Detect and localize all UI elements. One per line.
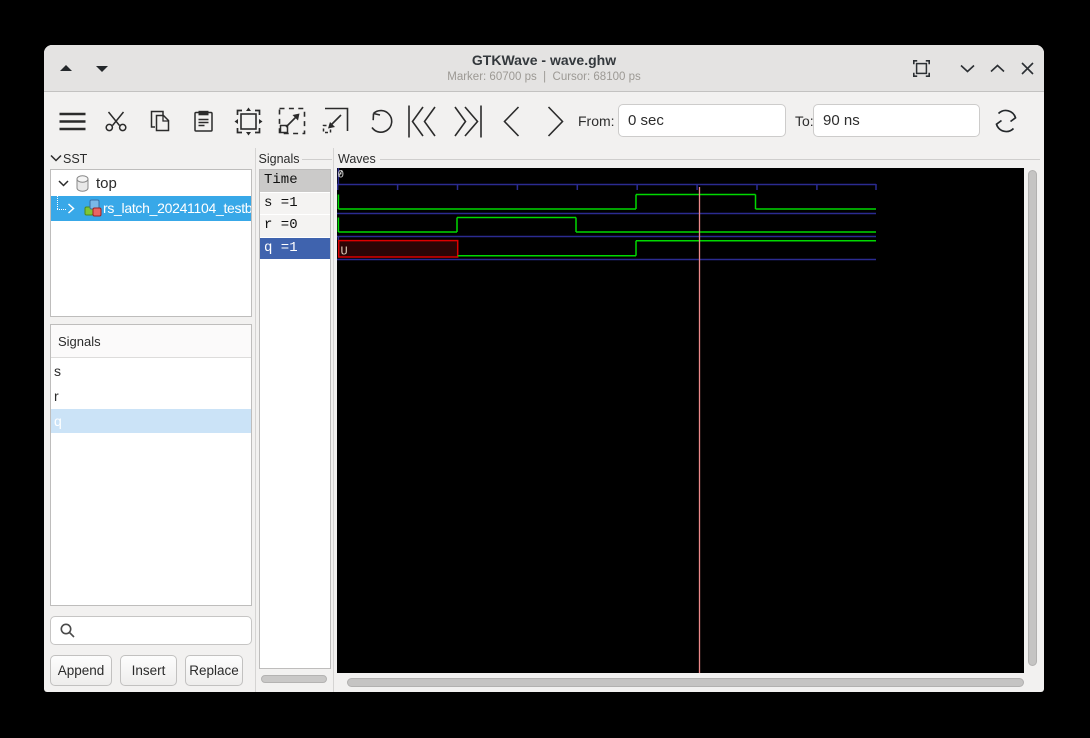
svg-text:U: U — [341, 244, 348, 258]
svg-text:0: 0 — [338, 170, 345, 182]
